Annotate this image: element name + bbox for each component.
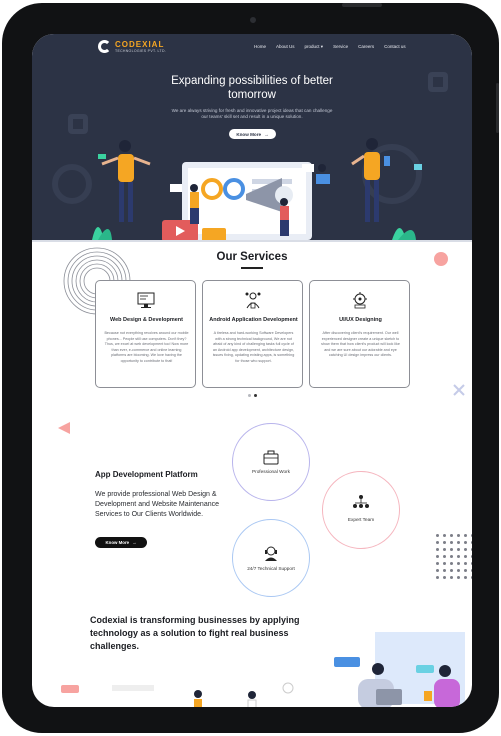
deco-x-icon bbox=[453, 384, 465, 396]
carousel-dot-active[interactable] bbox=[254, 394, 257, 397]
deco-coral-circle bbox=[434, 252, 448, 266]
app-dev-desc: We provide professional Web Design & Dev… bbox=[95, 491, 220, 518]
app-know-more-button[interactable]: Know More → bbox=[95, 537, 147, 548]
nav-product[interactable]: product ▾ bbox=[305, 44, 324, 50]
service-card-desc: A tireless and hard-working Software Dev… bbox=[212, 331, 295, 363]
logo-icon bbox=[98, 40, 111, 53]
nav-home[interactable]: Home bbox=[254, 44, 266, 50]
nav-careers[interactable]: Careers bbox=[358, 44, 374, 50]
tablet-frame: CODEXIAL TECHNOLOGIES PVT. LTD. Home Abo… bbox=[2, 3, 499, 733]
tablet-volume-button bbox=[496, 83, 499, 133]
feature-label: Expert Team bbox=[347, 517, 375, 522]
brand-name: CODEXIAL bbox=[115, 39, 165, 49]
ui-ux-icon bbox=[353, 292, 367, 309]
deco-dot-grid bbox=[436, 534, 472, 579]
service-card-android[interactable]: Android Application Development A tirele… bbox=[202, 280, 303, 388]
team-hierarchy-icon bbox=[353, 495, 369, 508]
main-nav: Home About Us product ▾ Service Careers … bbox=[254, 44, 406, 50]
android-dev-icon bbox=[245, 292, 261, 309]
service-card-desc: After discovering client's requirement. … bbox=[321, 331, 400, 358]
support-agent-icon bbox=[265, 546, 277, 561]
hero-section: CODEXIAL TECHNOLOGIES PVT. LTD. Home Abo… bbox=[32, 34, 472, 242]
carousel-dot[interactable] bbox=[248, 394, 251, 397]
app-button-label: Know More bbox=[105, 540, 130, 545]
website-screen: CODEXIAL TECHNOLOGIES PVT. LTD. Home Abo… bbox=[32, 34, 472, 707]
service-card-desc: Because not everything revolves around o… bbox=[104, 331, 189, 363]
service-card-title: Android Application Development bbox=[209, 317, 298, 323]
services-title: Our Services bbox=[216, 251, 288, 263]
bottom-illustration bbox=[61, 632, 465, 707]
hero-title: Expanding possibilities of better tomorr… bbox=[171, 75, 333, 101]
feature-professional-work: Professional Work bbox=[232, 423, 310, 501]
service-card-web[interactable]: Web Design & Development Because not eve… bbox=[95, 280, 196, 388]
deco-square bbox=[428, 72, 448, 92]
service-card-uiux[interactable]: UI/UX Designing After discovering client… bbox=[309, 280, 410, 388]
service-card-title: UI/UX Designing bbox=[339, 317, 382, 323]
feature-label: 24/7 Technical Support bbox=[247, 566, 295, 571]
feature-technical-support: 24/7 Technical Support bbox=[232, 519, 310, 597]
hero-subtitle: We are always striving for fresh and inn… bbox=[171, 108, 333, 119]
carousel-dots[interactable] bbox=[248, 394, 257, 397]
tablet-power-button bbox=[342, 3, 382, 7]
hero-illustration bbox=[32, 138, 472, 242]
chevron-down-icon: ▾ bbox=[319, 44, 324, 49]
nav-service[interactable]: Service bbox=[333, 44, 348, 50]
feature-expert-team: Expert Team bbox=[322, 471, 400, 549]
service-card-title: Web Design & Development bbox=[110, 317, 183, 323]
web-design-icon bbox=[137, 292, 155, 308]
services-underline bbox=[241, 267, 263, 269]
feature-label: Professional Work bbox=[252, 469, 290, 474]
brand-tagline: TECHNOLOGIES PVT. LTD. bbox=[115, 48, 167, 53]
nav-contact[interactable]: Contact us bbox=[384, 44, 406, 50]
nav-about[interactable]: About Us bbox=[276, 44, 295, 50]
brand-logo[interactable]: CODEXIAL TECHNOLOGIES PVT. LTD. bbox=[98, 40, 166, 53]
deco-triangle-icon bbox=[58, 422, 70, 434]
camera-icon bbox=[250, 17, 256, 23]
deco-square bbox=[68, 114, 88, 134]
app-dev-title: App Development Platform bbox=[95, 470, 198, 479]
briefcase-icon bbox=[263, 450, 279, 465]
arrow-right-icon: → bbox=[132, 540, 137, 545]
